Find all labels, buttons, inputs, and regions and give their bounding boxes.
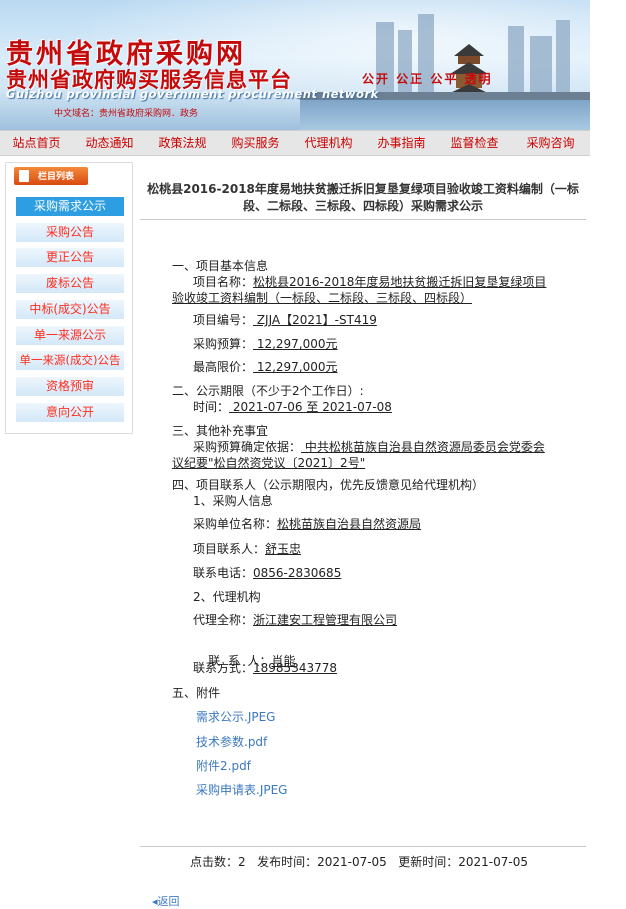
period-row: 时间： 2021-07-06 至 2021-07-08 [193, 399, 392, 415]
agency-name-row: 代理全称：浙江建安工程管理有限公司 [193, 612, 397, 628]
subsection-heading: 2、代理机构 [193, 590, 261, 604]
project-contact-row: 项目联系人：舒玉忠 [193, 541, 301, 557]
section-heading: 四、项目联系人（公示期限内，优先反馈意见给代理机构） [172, 478, 485, 492]
purchaser-unit-row: 采购单位名称：松桃苗族自治县自然资源局 [193, 516, 421, 532]
nav-item-consult[interactable]: 采购咨询 [511, 131, 590, 155]
budget-basis-value: 议纪要"松自然资党议〔2021〕2号" [172, 456, 366, 470]
article-meta: 点击数：2 发布时间：2021-07-05 更新时间：2021-07-05 [190, 855, 528, 869]
footer-divider [140, 846, 586, 847]
sidebar-item-announcement[interactable]: 采购公告 [16, 223, 124, 242]
attachment-link[interactable]: 技术参数.pdf [196, 734, 267, 750]
attachment-link[interactable]: 附件2.pdf [196, 758, 251, 774]
agent-phone-row: 联系方式：18985343778 [193, 660, 337, 676]
page-title: 松桃县2016-2018年度易地扶贫搬迁拆旧复垦复绿项目验收竣工资料编制（一标 … [140, 181, 586, 215]
banner-slogan: 公开 公正 公平 透明 [362, 72, 493, 86]
sidebar-header: 栏目列表 [14, 167, 88, 185]
project-name-value: 松桃县2016-2018年度易地扶贫搬迁拆旧复垦复绿项目 [253, 275, 547, 289]
subsection-heading: 1、采购人信息 [193, 494, 273, 508]
section-heading: 五、附件 [172, 686, 221, 700]
field-label: 采购预算： [193, 337, 254, 351]
field-label: 联系方式： [193, 661, 254, 675]
project-code-value: ZJJA【2021】-ST419 [253, 313, 377, 327]
site-banner: 贵州省政府采购网 贵州省政府购买服务信息平台 Guizhou provincia… [0, 0, 590, 130]
project-name-value: 验收竣工资料编制（一标段、二标段、三标段、四标段） [172, 291, 473, 305]
budget-basis-value: 中共松桃苗族自治县自然资源局委员会党委会 [301, 440, 545, 454]
project-contact-value: 舒玉忠 [265, 542, 302, 556]
sidebar-item-demand[interactable]: 采购需求公示 [16, 197, 124, 216]
nav-item-agencies[interactable]: 代理机构 [292, 131, 365, 155]
budget-row: 采购预算： 12,297,000元 [193, 336, 338, 352]
banner-building [556, 20, 570, 97]
attachment-link[interactable]: 需求公示.JPEG [196, 709, 275, 725]
banner-building [530, 36, 552, 97]
main-nav: 站点首页 动态通知 政策法规 购买服务 代理机构 办事指南 监督检查 采购咨询 [0, 130, 590, 156]
sidebar-header-label: 栏目列表 [38, 172, 75, 182]
agency-name-value: 浙江建安工程管理有限公司 [253, 613, 398, 627]
agent-phone-value: 18985343778 [253, 661, 337, 675]
sidebar-item-award[interactable]: 中标(成交)公告 [16, 300, 124, 319]
field-label: 项目联系人： [193, 542, 266, 556]
field-label: 时间： [193, 400, 230, 414]
section-heading: 二、公示期限（不少于2个工作日）: [172, 384, 364, 398]
budget-basis-row: 采购预算确定依据： 中共松桃苗族自治县自然资源局委员会党委会 [193, 439, 545, 455]
max-price-value: 12,297,000元 [253, 360, 338, 374]
sidebar-item-prequalification[interactable]: 资格预审 [16, 377, 124, 396]
budget-value: 12,297,000元 [253, 337, 338, 351]
sidebar-item-invalid[interactable]: 废标公告 [16, 274, 124, 293]
purchaser-phone-row: 联系电话：0856-2830685 [193, 565, 341, 581]
back-link[interactable]: ◂返回 [152, 893, 180, 909]
attachment-link[interactable]: 采购申请表.JPEG [196, 782, 287, 798]
banner-water [300, 100, 590, 130]
page-title-line: 段、二标段、三标段、四标段）采购需求公示 [242, 199, 483, 213]
project-name-row: 项目名称：松桃县2016-2018年度易地扶贫搬迁拆旧复垦复绿项目 [193, 274, 546, 290]
document-icon [19, 170, 29, 182]
purchaser-unit-value: 松桃苗族自治县自然资源局 [277, 517, 422, 531]
sidebar-item-intent[interactable]: 意向公开 [16, 403, 124, 422]
field-label: 项目编号： [193, 313, 254, 327]
nav-item-home[interactable]: 站点首页 [0, 131, 73, 155]
banner-domain: 中文域名：贵州省政府采购网．政务 [54, 109, 199, 119]
max-price-row: 最高限价： 12,297,000元 [193, 359, 338, 375]
sidebar-item-single-source[interactable]: 单一来源公示 [16, 326, 124, 345]
banner-building [508, 26, 524, 97]
sidebar: 栏目列表 采购需求公示 采购公告 更正公告 废标公告 中标(成交)公告 单一来源… [5, 162, 133, 434]
field-label: 代理全称： [193, 613, 254, 627]
field-label: 最高限价： [193, 360, 254, 374]
page-title-line: 松桃县2016-2018年度易地扶贫搬迁拆旧复垦复绿项目验收竣工资料编制（一标 [147, 182, 579, 196]
purchaser-phone-value: 0856-2830685 [253, 566, 342, 580]
nav-item-services[interactable]: 购买服务 [219, 131, 292, 155]
section-heading: 三、其他补充事宜 [172, 424, 269, 438]
banner-english-title: Guizhou provincial government procuremen… [6, 87, 379, 101]
nav-item-supervision[interactable]: 监督检查 [438, 131, 511, 155]
period-value: 2021-07-06 至 2021-07-08 [229, 400, 392, 414]
sidebar-item-correction[interactable]: 更正公告 [16, 248, 124, 267]
nav-item-guide[interactable]: 办事指南 [365, 131, 438, 155]
field-label: 采购单位名称： [193, 517, 278, 531]
field-label: 采购预算确定依据： [193, 440, 302, 454]
sidebar-item-single-source-award[interactable]: 单一来源(成交)公告 [16, 351, 124, 370]
field-label: 项目名称： [193, 275, 254, 289]
section-heading: 一、项目基本信息 [172, 259, 269, 273]
nav-item-news[interactable]: 动态通知 [73, 131, 146, 155]
title-divider [140, 219, 586, 220]
project-code-row: 项目编号： ZJJA【2021】-ST419 [193, 312, 377, 328]
field-label: 联系电话： [193, 566, 254, 580]
nav-item-policy[interactable]: 政策法规 [146, 131, 219, 155]
